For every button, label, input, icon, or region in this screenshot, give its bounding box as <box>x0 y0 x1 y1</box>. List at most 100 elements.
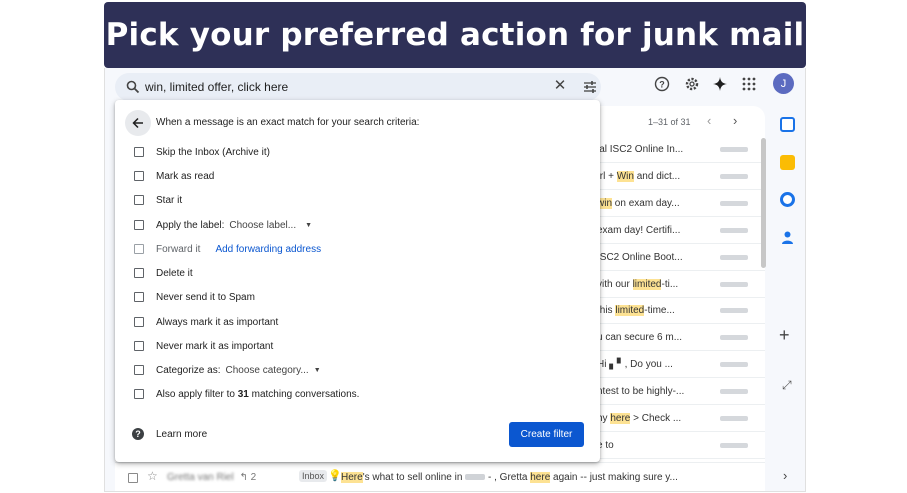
snippet-text: ntest to be highly-... <box>597 386 685 398</box>
add-forwarding-link[interactable]: Add forwarding address <box>215 244 321 255</box>
keep-icon[interactable] <box>780 155 795 170</box>
snippet-text: > Check ... <box>630 413 682 424</box>
email-snippet: Hi ▖▘, Do you ... <box>597 359 673 370</box>
snippet-text: on exam day... <box>612 197 680 209</box>
option-delete-it[interactable]: Delete it <box>134 266 193 280</box>
filter-dropdown: When a message is an exact match for you… <box>115 100 600 462</box>
label-select[interactable]: Choose label... ▼ <box>229 220 312 231</box>
subject-highlight-1: Here <box>341 472 363 483</box>
apps-grid-icon[interactable] <box>740 75 758 93</box>
contacts-icon[interactable] <box>780 230 795 245</box>
reply-icon: ↰ <box>239 472 248 483</box>
email-date <box>720 173 748 179</box>
snippet-text: ISC2 Online Boot... <box>597 251 683 263</box>
matching-count: 31 <box>237 388 249 400</box>
category-select[interactable]: Choose category... ▼ <box>225 365 320 376</box>
search-icon[interactable] <box>126 80 140 94</box>
email-snippet: ial ISC2 Online In... <box>597 144 683 155</box>
option-label: Never mark it as important <box>156 340 274 352</box>
email-date <box>720 254 748 260</box>
help-icon[interactable]: ? <box>132 428 144 440</box>
snippet-text: u can secure 6 m... <box>597 332 683 344</box>
help-circle-icon[interactable]: ? <box>653 75 671 93</box>
gemini-sparkle-icon[interactable] <box>711 75 729 93</box>
option-apply-label[interactable]: Apply the label: Choose label... ▼ <box>134 218 312 232</box>
search-options-icon[interactable] <box>583 80 597 94</box>
email-snippet: win on exam day... <box>597 197 680 209</box>
snippet-text: -time... <box>644 305 675 317</box>
snippet-text: vith our <box>597 278 633 290</box>
clear-search-icon[interactable]: ✕ <box>553 78 567 93</box>
expand-panel-icon[interactable]: › <box>783 468 787 483</box>
calendar-icon[interactable] <box>780 117 795 132</box>
option-label: Never send it to Spam <box>156 291 255 303</box>
checkbox[interactable] <box>134 220 144 230</box>
checkbox[interactable] <box>134 365 144 375</box>
snippet-highlight: Win <box>616 170 634 182</box>
subject-highlight-2: here <box>530 472 551 483</box>
tasks-icon[interactable] <box>780 192 795 207</box>
screenshot-stage: Pick your preferred action for junk mail… <box>0 0 907 493</box>
snippet-highlight: here <box>610 413 631 424</box>
option-categorize[interactable]: Categorize as: Choose category... ▼ <box>134 363 321 377</box>
learn-more-link[interactable]: Learn more <box>156 429 207 440</box>
next-page-icon[interactable]: › <box>733 113 737 128</box>
email-checkbox[interactable] <box>128 473 138 483</box>
also-apply-text-end: matching conversations. <box>248 388 360 400</box>
checkbox[interactable] <box>134 317 144 327</box>
option-label: Apply the label: <box>156 219 225 231</box>
category-select-value: Choose category... <box>225 364 309 376</box>
snippet-text: Hi ▖▘, Do you ... <box>597 359 673 371</box>
checkbox[interactable] <box>134 195 144 205</box>
caret-down-icon: ▼ <box>313 366 321 374</box>
mail-scrollbar[interactable] <box>761 138 766 268</box>
option-never-spam[interactable]: Never send it to Spam <box>134 290 255 304</box>
label-select-value: Choose label... <box>229 219 297 231</box>
inbox-label-tag[interactable]: Inbox <box>299 470 328 482</box>
hide-panel-icon[interactable]: ⤢ <box>782 378 792 393</box>
also-apply-text: Also apply filter to <box>156 388 238 400</box>
search-input[interactable]: win, limited offer, click here <box>145 80 288 94</box>
email-snippet: exam day! Certifi... <box>597 225 680 236</box>
email-snippet: ISC2 Online Boot... <box>597 252 683 263</box>
email-date <box>720 200 748 206</box>
snippet-text: exam day! Certifi... <box>597 224 681 236</box>
redacted-text <box>465 474 486 481</box>
option-skip-inbox[interactable]: Skip the Inbox (Archive it) <box>134 145 270 159</box>
settings-gear-icon[interactable] <box>683 75 701 93</box>
account-avatar[interactable]: J <box>773 73 794 94</box>
star-icon[interactable]: ☆ <box>147 469 158 483</box>
checkbox[interactable] <box>134 244 144 254</box>
subject-part-a: 's what to sell online in <box>362 472 463 483</box>
search-bar[interactable]: win, limited offer, click here ✕ <box>115 73 601 101</box>
checkbox[interactable] <box>134 389 144 399</box>
lightbulb-icon: 💡 <box>328 470 342 482</box>
create-filter-button[interactable]: Create filter <box>509 422 584 447</box>
add-addon-icon[interactable]: + <box>779 326 790 344</box>
checkbox[interactable] <box>134 147 144 157</box>
email-row[interactable]: ☆ Gretta van Riel ↰ 2 Inbox 💡 Here's wha… <box>115 462 765 491</box>
snippet-text: and dict... <box>633 170 681 182</box>
prev-page-icon[interactable]: ‹ <box>707 113 711 128</box>
email-snippet: ntest to be highly-... <box>597 386 684 397</box>
filter-header: When a message is an exact match for you… <box>156 117 420 128</box>
option-mark-read[interactable]: Mark as read <box>134 169 214 183</box>
back-button[interactable] <box>125 110 151 136</box>
option-forward-it[interactable]: Forward it Add forwarding address <box>134 242 321 256</box>
checkbox[interactable] <box>134 341 144 351</box>
option-label: Categorize as: <box>156 364 221 376</box>
checkbox[interactable] <box>134 268 144 278</box>
option-star-it[interactable]: Star it <box>134 193 182 207</box>
option-never-important[interactable]: Never mark it as important <box>134 339 273 353</box>
option-always-important[interactable]: Always mark it as important <box>134 315 278 329</box>
gmail-window: win, limited offer, click here ✕ ? J 1–3… <box>104 68 806 492</box>
email-sender: Gretta van Riel ↰ 2 <box>167 472 256 483</box>
pager-count: 1–31 of 31 <box>648 117 691 127</box>
snippet-text: -ti... <box>661 278 679 290</box>
email-date <box>720 308 748 314</box>
checkbox[interactable] <box>134 292 144 302</box>
email-snippet: u can secure 6 m... <box>597 332 682 343</box>
option-also-apply[interactable]: Also apply filter to 31 matching convers… <box>134 387 359 401</box>
checkbox[interactable] <box>134 171 144 181</box>
subject-part-b: - , Gretta <box>485 472 531 483</box>
